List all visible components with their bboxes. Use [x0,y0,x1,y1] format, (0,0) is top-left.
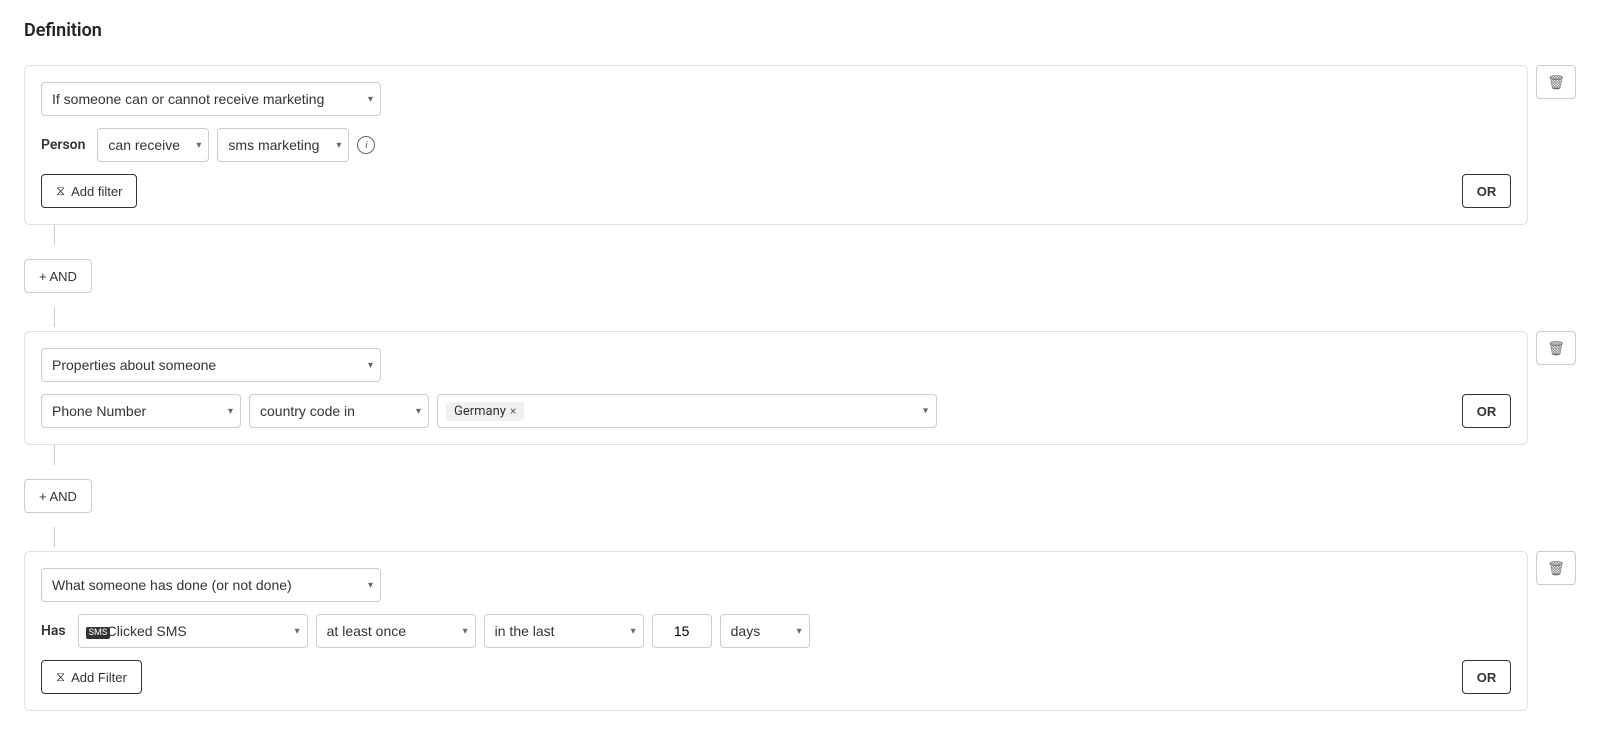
connector-line-2 [54,307,55,327]
filter-icon: ⧖ [56,183,65,199]
block3-clicked-sms-wrapper: Clicked SMS SMS ▾ [78,614,308,648]
and-button-2[interactable]: + AND [24,479,92,513]
block3-days-select[interactable]: days [720,614,810,648]
block2-multi-chevron-icon: ▾ [923,406,928,417]
block1-sms-marketing-wrapper: sms marketing ▾ [217,128,349,162]
block1-can-receive-wrapper: can receive ▾ [97,128,209,162]
has-label: Has [41,623,66,639]
block2-or-button[interactable]: OR [1462,394,1512,428]
block2-country-multi-select[interactable]: Germany × ▾ [437,394,937,428]
block1-delete-area: 🗑 [1536,65,1576,99]
block1-or-button[interactable]: OR [1462,174,1512,208]
block2-phone-number-select[interactable]: Phone Number [41,394,241,428]
block3-delete-button[interactable]: 🗑 [1536,551,1576,585]
block1-sms-marketing-select[interactable]: sms marketing [217,128,349,162]
block2-phone-number-wrapper: Phone Number ▾ [41,394,241,428]
germany-tag-close-icon[interactable]: × [510,405,516,417]
block3-add-filter-button[interactable]: ⧖ Add Filter [41,660,142,694]
block2-type-select-wrapper: Properties about someone ▾ [41,348,381,382]
block2-type-select[interactable]: Properties about someone [41,348,381,382]
block1-bottom-row: ⧖ Add filter OR [41,174,1511,208]
block2-type-row: Properties about someone ▾ [41,348,1511,382]
and-button-2-area: + AND [24,469,1576,523]
block1-delete-button[interactable]: 🗑 [1536,65,1576,99]
block1-can-receive-select[interactable]: can receive [97,128,209,162]
block2-country-code-select[interactable]: country code in [249,394,429,428]
block3-at-least-once-wrapper: at least once ▾ [316,614,476,648]
block3-in-the-last-select[interactable]: in the last [484,614,644,648]
connector-line-4 [54,527,55,547]
block1-person-row: Person can receive ▾ sms marketing ▾ i [41,128,1511,162]
connector-line-1 [54,225,55,245]
block2-filter-row: Phone Number ▾ country code in ▾ Germany… [41,394,1511,428]
condition-block-2: Properties about someone ▾ Phone Number … [24,331,1576,445]
sms-info-icon[interactable]: i [357,136,375,154]
connector-line-3 [54,445,55,465]
block2-delete-area: 🗑 [1536,331,1576,365]
block2-delete-button[interactable]: 🗑 [1536,331,1576,365]
block3-bottom-row: ⧖ Add Filter OR [41,660,1511,694]
condition-block-1: If someone can or cannot receive marketi… [24,65,1576,225]
filter2-icon: ⧖ [56,669,65,685]
block3-at-least-once-select[interactable]: at least once [316,614,476,648]
condition-block-3: What someone has done (or not done) ▾ Ha… [24,551,1576,711]
block3-number-input[interactable] [652,614,712,648]
person-label: Person [41,137,85,153]
block3-or-button[interactable]: OR [1462,660,1512,694]
germany-tag: Germany × [446,402,524,421]
and-button-1[interactable]: + AND [24,259,92,293]
block3-in-the-last-wrapper: in the last ▾ [484,614,644,648]
block3-type-select-wrapper: What someone has done (or not done) ▾ [41,568,381,602]
block1-type-select[interactable]: If someone can or cannot receive marketi… [41,82,381,116]
block2-country-code-wrapper: country code in ▾ [249,394,429,428]
block3-clicked-sms-select[interactable]: Clicked SMS [78,614,308,648]
block3-type-row: What someone has done (or not done) ▾ [41,568,1511,602]
block1-type-row: If someone can or cannot receive marketi… [41,82,1511,116]
block1-add-filter-button[interactable]: ⧖ Add filter [41,174,137,208]
and-button-1-area: + AND [24,249,1576,303]
block3-has-row: Has Clicked SMS SMS ▾ at least once ▾ in… [41,614,1511,648]
block3-days-wrapper: days ▾ [720,614,810,648]
block1-type-select-wrapper: If someone can or cannot receive marketi… [41,82,381,116]
block3-delete-area: 🗑 [1536,551,1576,585]
germany-tag-label: Germany [454,404,506,419]
block3-type-select[interactable]: What someone has done (or not done) [41,568,381,602]
page-title: Definition [24,20,1576,41]
